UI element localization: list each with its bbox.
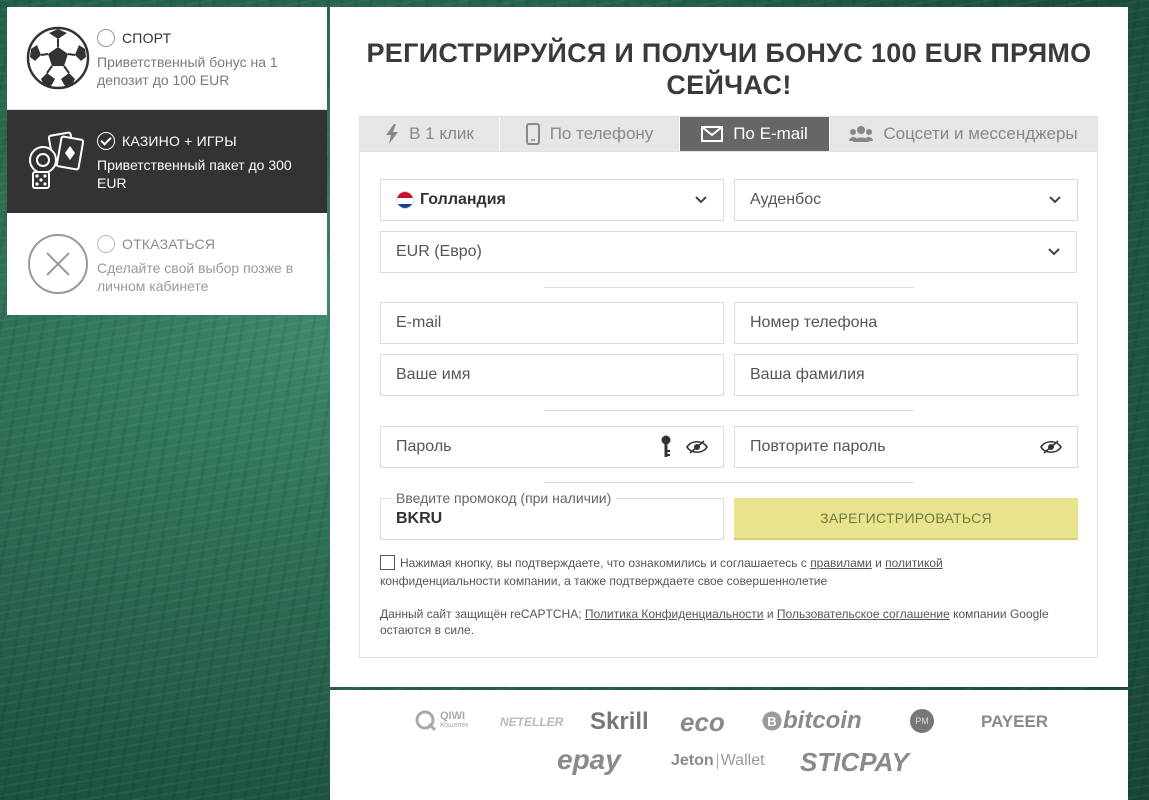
bonus-option-sport[interactable]: СПОРТ Приветственный бонус на 1 депозит … (7, 7, 327, 110)
radio-decline[interactable] (97, 235, 115, 253)
radio-casino[interactable] (97, 132, 115, 150)
tab-email[interactable]: По E-mail (680, 117, 830, 151)
perfect-money-logo: PM (910, 709, 934, 733)
envelope-icon (701, 126, 724, 142)
divider (544, 287, 914, 288)
email-input[interactable] (396, 314, 708, 332)
chevron-down-icon (1048, 248, 1060, 256)
qiwi-label: QIWI (440, 710, 466, 722)
agree-text-part2: конфиденциальности компании, а также под… (380, 574, 828, 588)
eye-off-icon[interactable] (1040, 440, 1062, 454)
bonus-title-decline: ОТКАЗАТЬСЯ (122, 236, 216, 252)
jeton-wallet-logo: Jeton Wallet (671, 752, 765, 770)
agree-checkbox[interactable] (380, 555, 395, 570)
currency-value: EUR (Евро) (396, 243, 482, 260)
terms-link[interactable]: Пользовательское соглашение (777, 607, 950, 621)
tab-social[interactable]: Соцсети и мессенджеры (830, 117, 1097, 151)
country-value: Голландия (420, 191, 506, 208)
bitcoin-icon: B (762, 711, 782, 731)
jeton-wallet-label: Wallet (720, 752, 765, 769)
city-select[interactable]: Ауденбос (734, 179, 1078, 221)
last-name-input[interactable] (750, 366, 1062, 384)
password-field[interactable] (380, 426, 724, 468)
last-name-field[interactable] (734, 354, 1078, 396)
tab-one-click-label: В 1 клик (409, 124, 474, 143)
payeer-logo: PAYEER (981, 712, 1049, 731)
promo-label: Введите промокод (при наличии) (391, 490, 617, 506)
first-name-input[interactable] (396, 366, 708, 384)
svg-text:B: B (767, 714, 776, 729)
epay-logo: epay (557, 744, 621, 775)
phone-input[interactable] (750, 314, 1062, 332)
promo-field[interactable]: Введите промокод (при наличии) BKRU (380, 490, 724, 540)
skrill-logo: Skrill (590, 708, 649, 735)
recaptcha-text-1: Данный сайт защищён reCAPTCHA; (380, 607, 582, 621)
users-icon (849, 126, 874, 142)
repeat-password-input[interactable] (750, 438, 1040, 456)
city-value: Ауденбос (750, 191, 822, 208)
repeat-password-field[interactable] (734, 426, 1078, 468)
bitcoin-label: bitcoin (783, 707, 862, 734)
bonus-title-casino: КАЗИНО + ИГРЫ (122, 133, 237, 149)
tab-phone-label: По телефону (549, 124, 654, 143)
email-field[interactable] (380, 302, 724, 344)
agree-text-part1: Нажимая кнопку, вы подтверждаете, что оз… (400, 556, 807, 570)
netherlands-flag-icon (396, 191, 414, 209)
country-select[interactable]: Голландия (380, 179, 724, 221)
key-icon[interactable] (660, 435, 672, 459)
tab-social-label: Соцсети и мессенджеры (883, 124, 1078, 143)
tab-email-label: По E-mail (733, 124, 808, 143)
lightning-icon (386, 124, 399, 144)
radio-sport[interactable] (97, 29, 115, 47)
bonus-selection-panel: СПОРТ Приветственный бонус на 1 депозит … (7, 7, 327, 315)
agree-and: и (875, 556, 882, 570)
registration-panel: РЕГИСТРИРУЙСЯ И ПОЛУЧИ БОНУС 100 EUR ПРЯ… (330, 7, 1128, 687)
bitcoin-logo: B bitcoin (762, 707, 862, 735)
chevron-down-icon (695, 196, 707, 204)
sticpay-logo: STICPAY (800, 747, 909, 777)
divider (544, 410, 914, 411)
privacy-policy-link[interactable]: Политика Конфиденциальности (585, 607, 764, 621)
register-button[interactable]: ЗАРЕГИСТРИРОВАТЬСЯ (734, 498, 1078, 540)
bonus-title-sport: СПОРТ (122, 30, 172, 46)
eye-off-icon[interactable] (686, 440, 708, 454)
password-input[interactable] (396, 438, 660, 456)
close-circle-icon (28, 234, 88, 294)
page-title: РЕГИСТРИРУЙСЯ И ПОЛУЧИ БОНУС 100 EUR ПРЯ… (366, 38, 1092, 100)
tab-one-click[interactable]: В 1 клик (360, 117, 500, 151)
tab-phone[interactable]: По телефону (500, 117, 680, 151)
casino-chips-cards-icon (29, 131, 85, 189)
first-name-field[interactable] (380, 354, 724, 396)
qiwi-icon (415, 710, 437, 732)
jeton-divider (716, 753, 718, 769)
chevron-down-icon (1049, 196, 1061, 204)
currency-select[interactable]: EUR (Евро) (380, 231, 1077, 273)
phone-field[interactable] (734, 302, 1078, 344)
bonus-desc-sport: Приветственный бонус на 1 депозит до 100… (97, 54, 278, 88)
bonus-desc-casino: Приветственный пакет до 300 EUR (97, 157, 292, 191)
bonus-desc-decline: Сделайте свой выбор позже в личном кабин… (97, 260, 294, 294)
registration-form: В 1 клик По телефону По E-mail Соцсети и… (359, 116, 1098, 658)
rules-link[interactable]: правилами (810, 556, 872, 570)
neteller-logo: NETELLER (500, 715, 564, 729)
payment-methods-bar: QIWI Кошелек NETELLER Skrill eco B bitco… (330, 690, 1128, 800)
qiwi-sublabel: Кошелек (440, 722, 469, 729)
agreement-text: Нажимая кнопку, вы подтверждаете, что оз… (380, 554, 1080, 590)
phone-icon (525, 123, 540, 145)
bonus-option-decline[interactable]: ОТКАЗАТЬСЯ Сделайте свой выбор позже в л… (7, 213, 327, 316)
registration-tabs: В 1 клик По телефону По E-mail Соцсети и… (360, 117, 1097, 152)
policy-link[interactable]: политикой (885, 556, 943, 570)
eco-logo: eco (680, 707, 725, 737)
recaptcha-notice: Данный сайт защищён reCAPTCHA; Политика … (380, 606, 1080, 638)
promo-value: BKRU (396, 510, 443, 527)
bonus-option-casino[interactable]: КАЗИНО + ИГРЫ Приветственный пакет до 30… (7, 110, 327, 213)
qiwi-logo: QIWI Кошелек (415, 710, 468, 732)
divider (544, 482, 914, 483)
recaptcha-and: и (766, 607, 774, 621)
soccer-ball-icon (26, 26, 90, 90)
jeton-label: Jeton (671, 752, 714, 769)
